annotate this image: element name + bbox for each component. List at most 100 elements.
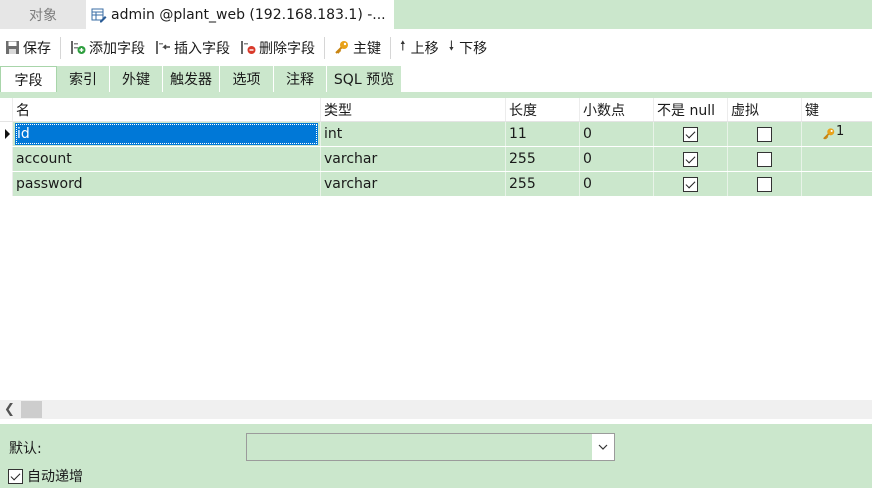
auto-increment-checkbox[interactable] xyxy=(8,468,23,484)
not-null-cell xyxy=(654,122,728,146)
field-length-cell[interactable]: 255 xyxy=(506,172,580,196)
chevron-down-icon[interactable] xyxy=(592,434,614,460)
table-row[interactable]: id int 11 0 1 xyxy=(0,122,872,147)
add-field-label: 添加字段 xyxy=(89,40,145,57)
add-field-button[interactable]: 添加字段 xyxy=(65,35,150,61)
row-marker xyxy=(0,172,13,196)
current-row-icon xyxy=(5,129,10,139)
field-decimals-cell[interactable]: 0 xyxy=(580,122,654,146)
toolbar: 保存 添加字段 插入字段 删除字段 主键 🠕 上移 🠗 下移 xyxy=(0,29,872,66)
toolbar-divider xyxy=(324,36,325,59)
tab-foreign-keys[interactable]: 外键 xyxy=(110,66,163,92)
tab-objects[interactable]: 对象 xyxy=(0,0,86,29)
move-up-label: 上移 xyxy=(410,40,439,57)
field-length-value: 11 xyxy=(509,126,527,142)
add-field-icon xyxy=(71,41,86,54)
not-null-checkbox[interactable] xyxy=(683,151,698,167)
not-null-cell xyxy=(654,147,728,171)
tab-options[interactable]: 选项 xyxy=(220,66,274,92)
field-type-value: varchar xyxy=(324,151,378,167)
tab-sql-preview-label: SQL 预览 xyxy=(333,72,395,88)
field-decimals-cell[interactable]: 0 xyxy=(580,147,654,171)
move-up-button[interactable]: 🠕 上移 xyxy=(395,35,444,61)
key-cell[interactable]: 1 xyxy=(802,122,872,146)
tab-options-label: 选项 xyxy=(232,72,261,88)
field-name-value: id xyxy=(15,123,318,145)
insert-field-button[interactable]: 插入字段 xyxy=(150,35,235,61)
column-header-virtual[interactable]: 虚拟 xyxy=(728,98,802,121)
tab-triggers[interactable]: 触发器 xyxy=(163,66,220,92)
tab-table-design-label: admin @plant_web (192.168.183.1) -... xyxy=(111,6,386,23)
tab-objects-label: 对象 xyxy=(29,7,57,24)
field-length-value: 255 xyxy=(509,151,536,167)
not-null-checkbox[interactable] xyxy=(683,176,698,192)
tab-fields[interactable]: 字段 xyxy=(0,66,57,92)
key-cell[interactable] xyxy=(802,172,872,196)
move-down-button[interactable]: 🠗 下移 xyxy=(444,35,493,61)
delete-field-icon xyxy=(241,41,256,54)
virtual-cell xyxy=(728,172,802,196)
move-down-label: 下移 xyxy=(459,40,488,57)
scroll-left-icon[interactable]: ❮ xyxy=(4,402,15,417)
column-header-name[interactable]: 名 xyxy=(13,98,321,121)
field-decimals-value: 0 xyxy=(583,176,592,192)
virtual-checkbox[interactable] xyxy=(757,151,772,167)
row-header-corner xyxy=(0,98,13,121)
column-header-label: 名 xyxy=(16,102,30,119)
primary-key-button[interactable]: 主键 xyxy=(329,35,386,61)
field-length-cell[interactable]: 11 xyxy=(506,122,580,146)
delete-field-button[interactable]: 删除字段 xyxy=(235,35,320,61)
field-decimals-cell[interactable]: 0 xyxy=(580,172,654,196)
horizontal-scrollbar[interactable]: ❮ xyxy=(0,400,872,419)
save-button[interactable]: 保存 xyxy=(0,35,56,61)
virtual-checkbox[interactable] xyxy=(757,176,772,192)
column-header-label: 虚拟 xyxy=(731,102,759,119)
field-name-cell[interactable]: account xyxy=(13,147,321,171)
tab-table-design[interactable]: admin @plant_web (192.168.183.1) -... xyxy=(86,0,394,29)
table-design-icon xyxy=(91,7,107,23)
field-type-cell[interactable]: varchar xyxy=(321,147,506,171)
table-row[interactable]: account varchar 255 0 xyxy=(0,147,872,172)
column-header-label: 小数点 xyxy=(583,102,625,119)
tab-indexes-label: 索引 xyxy=(69,72,97,88)
design-subtabs: 字段 索引 外键 触发器 选项 注释 SQL 预览 xyxy=(0,66,872,92)
scrollbar-thumb[interactable] xyxy=(21,401,42,418)
field-type-cell[interactable]: varchar xyxy=(321,172,506,196)
column-header-label: 长度 xyxy=(509,102,537,119)
key-order-value: 1 xyxy=(836,123,845,139)
field-length-cell[interactable]: 255 xyxy=(506,147,580,171)
column-header-length[interactable]: 长度 xyxy=(506,98,580,121)
save-icon xyxy=(6,41,19,54)
column-header-not-null[interactable]: 不是 null xyxy=(654,98,728,121)
column-header-decimals[interactable]: 小数点 xyxy=(580,98,654,121)
field-name-cell[interactable]: password xyxy=(13,172,321,196)
field-name-value: password xyxy=(16,176,83,192)
insert-field-icon xyxy=(156,41,170,54)
field-type-cell[interactable]: int xyxy=(321,122,506,146)
primary-key-label: 主键 xyxy=(353,40,381,57)
tab-comments[interactable]: 注释 xyxy=(274,66,327,92)
field-name-value: account xyxy=(16,151,72,167)
delete-field-label: 删除字段 xyxy=(259,40,315,57)
not-null-checkbox[interactable] xyxy=(683,126,698,142)
virtual-cell xyxy=(728,122,802,146)
field-name-cell[interactable]: id xyxy=(13,122,321,146)
field-decimals-value: 0 xyxy=(583,151,592,167)
column-header-key[interactable]: 键 xyxy=(802,98,872,121)
default-value-select[interactable] xyxy=(246,433,615,461)
grid-header: 名 类型 长度 小数点 不是 null 虚拟 键 xyxy=(0,98,872,122)
column-header-type[interactable]: 类型 xyxy=(321,98,506,121)
save-label: 保存 xyxy=(23,40,51,57)
column-header-label: 键 xyxy=(805,102,819,119)
primary-key-icon xyxy=(823,128,835,140)
key-cell[interactable] xyxy=(802,147,872,171)
tab-indexes[interactable]: 索引 xyxy=(57,66,110,92)
row-marker xyxy=(0,147,13,171)
tab-sql-preview[interactable]: SQL 预览 xyxy=(327,66,402,92)
auto-increment-option[interactable]: 自动递增 xyxy=(8,466,83,486)
window-tab-bar: 对象 admin @plant_web (192.168.183.1) -... xyxy=(0,0,872,29)
field-type-value: varchar xyxy=(324,176,378,192)
row-marker xyxy=(0,122,13,146)
virtual-checkbox[interactable] xyxy=(757,126,772,142)
table-row[interactable]: password varchar 255 0 xyxy=(0,172,872,197)
